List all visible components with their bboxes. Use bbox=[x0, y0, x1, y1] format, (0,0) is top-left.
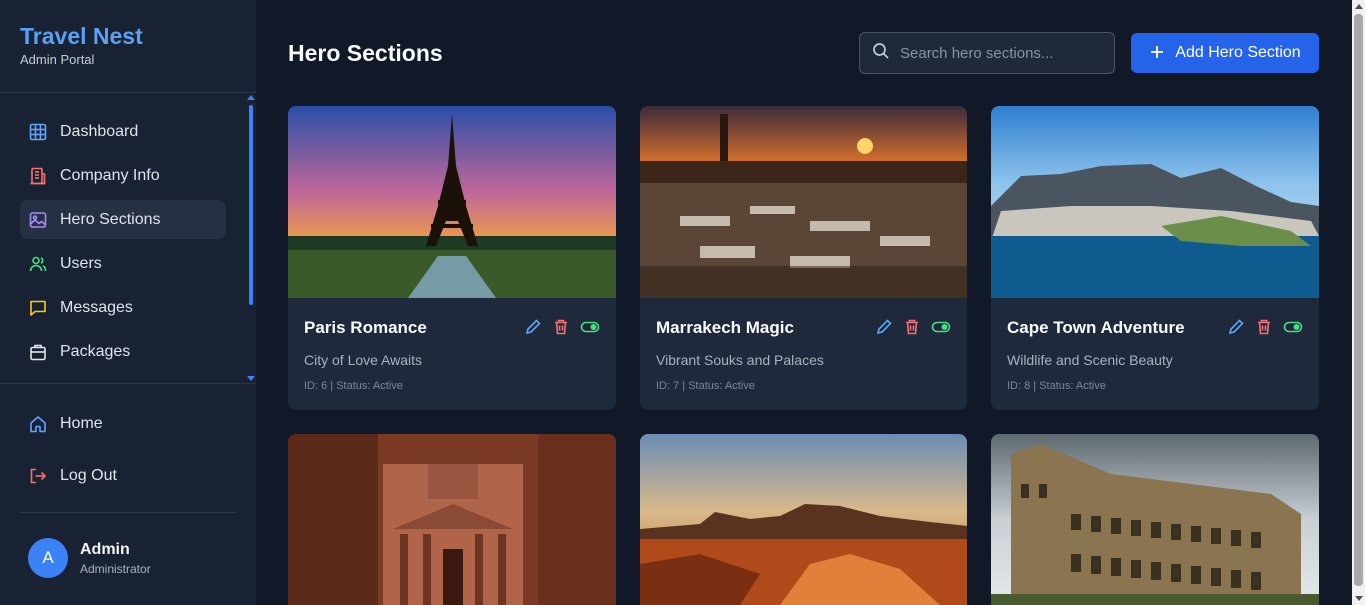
search-box[interactable] bbox=[859, 32, 1115, 74]
sidebar-divider bbox=[0, 92, 256, 93]
users-icon bbox=[28, 254, 48, 274]
sidebar-item-label: Company Info bbox=[60, 166, 160, 184]
sidebar: Travel Nest Admin Portal Dashboard Compa… bbox=[0, 0, 256, 605]
scroll-up-arrow-icon[interactable] bbox=[247, 95, 255, 100]
hero-image-desert bbox=[640, 434, 967, 605]
sidebar-divider bbox=[20, 512, 236, 513]
delete-icon[interactable] bbox=[903, 318, 921, 336]
card-meta: ID: 8 | Status: Active bbox=[1007, 380, 1106, 392]
toggle-icon[interactable] bbox=[931, 318, 951, 336]
plus-icon bbox=[1149, 42, 1165, 64]
add-hero-section-button[interactable]: Add Hero Section bbox=[1131, 33, 1319, 73]
toggle-icon[interactable] bbox=[1283, 318, 1303, 336]
hero-card[interactable] bbox=[288, 434, 616, 605]
delete-icon[interactable] bbox=[1255, 318, 1273, 336]
sidebar-divider bbox=[0, 383, 256, 384]
grid-icon bbox=[28, 122, 48, 142]
sidebar-nav: Dashboard Company Info Hero Sections Use… bbox=[20, 112, 226, 376]
brand-subtitle: Admin Portal bbox=[20, 52, 95, 67]
sidebar-item-company-info[interactable]: Company Info bbox=[20, 156, 226, 195]
scroll-down-arrow-icon[interactable] bbox=[247, 376, 255, 381]
delete-icon[interactable] bbox=[552, 318, 570, 336]
sidebar-item-label: Messages bbox=[60, 298, 133, 316]
sidebar-item-logout[interactable]: Log Out bbox=[20, 456, 226, 495]
hero-image-cape-town bbox=[991, 106, 1319, 298]
card-subtitle: Wildlife and Scenic Beauty bbox=[1007, 352, 1173, 368]
card-meta: ID: 7 | Status: Active bbox=[656, 380, 755, 392]
edit-icon[interactable] bbox=[524, 318, 542, 336]
brand-title[interactable]: Travel Nest bbox=[20, 22, 143, 50]
toggle-icon[interactable] bbox=[580, 318, 600, 336]
sidebar-item-label: Home bbox=[60, 414, 103, 432]
image-icon bbox=[28, 210, 48, 230]
bottom-nav: Home Log Out bbox=[20, 404, 226, 500]
user-role: Administrator bbox=[80, 561, 151, 576]
edit-icon[interactable] bbox=[875, 318, 893, 336]
user-name: Admin bbox=[80, 540, 130, 558]
hero-image-paris bbox=[288, 106, 616, 298]
sidebar-item-home[interactable]: Home bbox=[20, 404, 226, 443]
scroll-up-arrow-icon[interactable] bbox=[1355, 4, 1363, 9]
scrollbar-thumb[interactable] bbox=[1354, 14, 1363, 586]
hero-card[interactable] bbox=[991, 434, 1319, 605]
edit-icon[interactable] bbox=[1227, 318, 1245, 336]
card-subtitle: City of Love Awaits bbox=[304, 352, 423, 368]
sidebar-item-label: Packages bbox=[60, 342, 131, 360]
hero-card[interactable] bbox=[640, 434, 967, 605]
sidebar-item-label: Log Out bbox=[60, 466, 117, 484]
hero-card[interactable]: Marrakech Magic Vibrant Souks and Palace… bbox=[640, 106, 967, 410]
page-scrollbar[interactable] bbox=[1352, 0, 1365, 605]
sidebar-item-label: Hero Sections bbox=[60, 210, 161, 228]
sidebar-item-dashboard[interactable]: Dashboard bbox=[20, 112, 226, 151]
package-icon bbox=[28, 342, 48, 362]
sidebar-item-label: Users bbox=[60, 254, 102, 272]
sidebar-item-messages[interactable]: Messages bbox=[20, 288, 226, 327]
message-icon bbox=[28, 298, 48, 318]
user-profile[interactable]: A Admin Administrator bbox=[28, 538, 151, 578]
avatar: A bbox=[28, 538, 68, 578]
sidebar-scrollbar[interactable] bbox=[246, 93, 256, 383]
scroll-down-arrow-icon[interactable] bbox=[1355, 596, 1363, 601]
hero-image-petra bbox=[288, 434, 616, 605]
hero-image-colosseum bbox=[991, 434, 1319, 605]
search-icon bbox=[872, 42, 890, 65]
page-title: Hero Sections bbox=[288, 40, 443, 66]
hero-card[interactable]: Cape Town Adventure Wildlife and Scenic … bbox=[991, 106, 1319, 410]
logout-icon bbox=[28, 466, 48, 486]
sidebar-item-hero-sections[interactable]: Hero Sections bbox=[20, 200, 226, 239]
sidebar-item-packages[interactable]: Packages bbox=[20, 332, 226, 371]
sidebar-item-users[interactable]: Users bbox=[20, 244, 226, 283]
sidebar-item-label: Dashboard bbox=[60, 122, 139, 140]
scrollbar-thumb[interactable] bbox=[249, 105, 253, 305]
home-icon bbox=[28, 414, 48, 434]
building-icon bbox=[28, 166, 48, 186]
card-meta: ID: 6 | Status: Active bbox=[304, 380, 403, 392]
card-subtitle: Vibrant Souks and Palaces bbox=[656, 352, 824, 368]
brand: Travel Nest Admin Portal bbox=[20, 22, 143, 67]
hero-card[interactable]: Paris Romance City of Love Awaits ID: 6 … bbox=[288, 106, 616, 410]
hero-image-marrakech bbox=[640, 106, 967, 298]
search-input[interactable] bbox=[900, 44, 1100, 62]
add-button-label: Add Hero Section bbox=[1175, 44, 1301, 61]
